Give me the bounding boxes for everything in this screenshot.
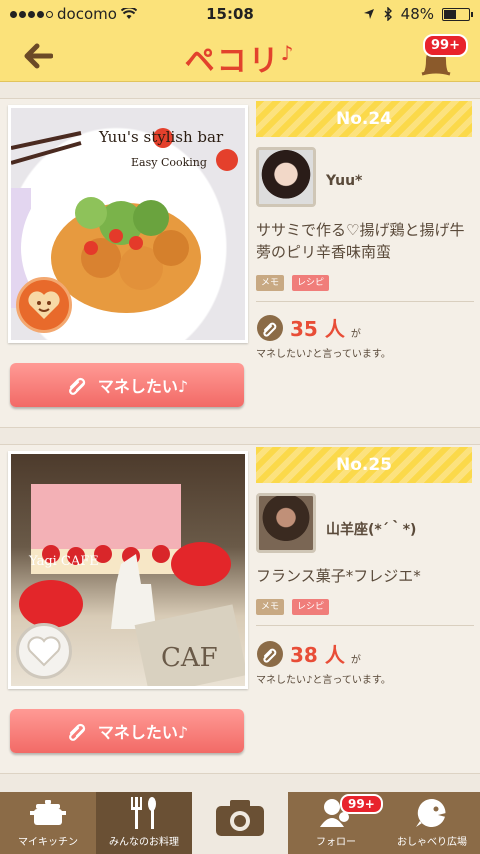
user-avatar[interactable] — [256, 147, 316, 207]
wifi-icon — [120, 8, 137, 19]
chat-icon — [416, 798, 446, 827]
recipe-photo-frame[interactable]: CAF Yagi CAFE — [8, 451, 248, 689]
mane-count: 35 人 — [290, 317, 345, 341]
status-bar: docomo 15:08 48% — [0, 0, 480, 28]
count-suffix: が — [350, 655, 361, 666]
tab-chat-plaza[interactable]: おしゃべり広場 — [384, 792, 480, 854]
location-icon — [363, 9, 374, 19]
mane-count-desc: マネしたい♪と言っています。 — [256, 349, 391, 360]
tab-label: フォロー — [316, 837, 356, 848]
clip-icon — [68, 377, 86, 395]
app-logo: ペコリ♪ — [0, 36, 480, 80]
tab-camera[interactable] — [192, 792, 288, 854]
clip-icon — [68, 723, 86, 741]
pot-icon — [30, 800, 66, 825]
rank-banner: No.25 — [256, 447, 472, 483]
mane-count: 38 人 — [290, 643, 345, 667]
follow-badge: 99+ — [340, 794, 383, 814]
battery-percent: 48% — [400, 5, 434, 23]
mane-button[interactable]: マネしたい♪ — [10, 363, 244, 407]
photo-title: Yuu's stylish bar — [99, 128, 224, 146]
notification-button[interactable]: 99+ — [414, 34, 468, 80]
camera-icon — [216, 800, 264, 836]
rooster-icon: ♪ — [280, 41, 296, 65]
rank-banner: No.24 — [256, 101, 472, 137]
user-name[interactable]: 山羊座(*´｀*) — [326, 519, 416, 539]
clip-icon — [257, 641, 283, 667]
tab-follow[interactable]: 99+ フォロー — [288, 792, 384, 854]
like-heart-button[interactable] — [16, 277, 72, 333]
photo-subtitle: Easy Cooking — [131, 156, 207, 169]
mane-button-label: マネしたい♪ — [97, 723, 189, 742]
clock: 15:08 — [206, 5, 254, 23]
recipe-title[interactable]: フランス菓子*フレジエ* — [256, 565, 474, 587]
tab-label: みんなのお料理 — [109, 837, 179, 848]
nav-bar: ペコリ♪ 99+ — [0, 28, 480, 82]
mane-count-desc: マネしたい♪と言っています。 — [256, 675, 391, 686]
mane-count-row: 35 人 が — [256, 313, 361, 342]
photo-title: Yagi CAFE — [29, 554, 99, 569]
recipe-photo-frame[interactable]: Yuu's stylish bar Easy Cooking — [8, 105, 248, 343]
user-avatar[interactable] — [256, 493, 316, 553]
tab-label: マイキッチン — [18, 837, 78, 848]
signal-icon — [10, 10, 53, 18]
notification-badge: 99+ — [423, 34, 468, 57]
heart-icon — [28, 291, 60, 319]
bluetooth-icon — [384, 7, 392, 21]
cutlery-icon — [131, 797, 156, 829]
tag-row: メモ レシピ — [256, 275, 376, 291]
mane-button[interactable]: マネしたい♪ — [10, 709, 244, 753]
tag-row: メモ レシピ — [256, 599, 376, 615]
like-heart-button[interactable] — [16, 623, 72, 679]
recipe-title[interactable]: ササミで作る♡揚げ鶏と揚げ牛蒡のピリ辛香味南蛮 — [256, 219, 474, 263]
tag-memo: メモ — [256, 599, 285, 615]
mane-button-label: マネしたい♪ — [97, 377, 189, 396]
tab-bar: マイキッチン みんなのお料理 99+ フォロー おしゃべり広場 — [0, 792, 480, 854]
recipe-card: CAF Yagi CAFE No.25 山羊座(*´｀*) フランス菓子*フレジ… — [0, 444, 480, 774]
divider — [256, 625, 474, 626]
heart-icon — [27, 636, 61, 667]
clip-icon — [257, 315, 283, 341]
tag-recipe: レシピ — [292, 275, 330, 291]
logo-text: ペコリ — [184, 44, 281, 79]
count-suffix: が — [350, 329, 361, 340]
status-right: 48% — [310, 5, 473, 23]
recipe-card: Yuu's stylish bar Easy Cooking No.24 Yuu… — [0, 98, 480, 428]
battery-icon — [442, 7, 473, 21]
tab-label: おしゃべり広場 — [397, 837, 467, 848]
tag-memo: メモ — [256, 275, 285, 291]
user-name[interactable]: Yuu* — [326, 173, 362, 189]
tab-everyones-dishes[interactable]: みんなのお料理 — [96, 792, 192, 854]
svg-text:CAF: CAF — [161, 643, 218, 673]
carrier-label: docomo — [57, 5, 117, 23]
tab-my-kitchen[interactable]: マイキッチン — [0, 792, 96, 854]
tag-recipe: レシピ — [292, 599, 330, 615]
divider — [256, 301, 474, 302]
mane-count-row: 38 人 が — [256, 639, 361, 668]
